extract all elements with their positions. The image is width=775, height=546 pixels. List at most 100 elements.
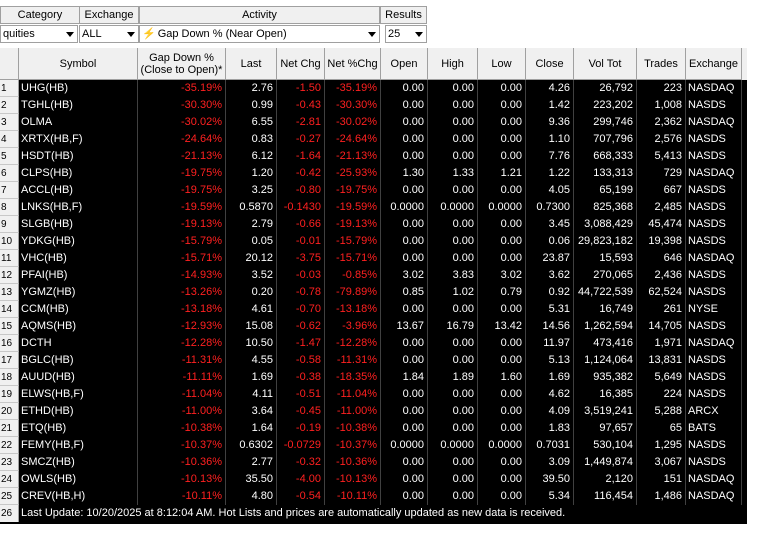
category-value: quities xyxy=(3,28,35,40)
table-row[interactable]: SMCZ(HB) -10.36% 2.77 -0.32 -10.36% 0.00 0.00 0… xyxy=(19,454,747,471)
table-row[interactable]: YGMZ(HB) -13.26% 0.20 -0.78 -79.89% 0.85 1.02 0… xyxy=(19,284,747,301)
results-select[interactable]: 25 xyxy=(385,25,427,43)
cell-gap-down-pct: -10.36% xyxy=(138,454,226,471)
cell-net-chg: -0.62 xyxy=(277,318,325,335)
cell-gap-down-pct: -15.79% xyxy=(138,233,226,250)
column-header-close[interactable]: Close xyxy=(526,48,574,80)
cell-gap-down-pct: -11.00% xyxy=(138,403,226,420)
cell-exchange: NASDS xyxy=(686,233,742,250)
cell-net-pct-chg: -19.59% xyxy=(325,199,381,216)
column-header-high[interactable]: High xyxy=(428,48,478,80)
cell-net-chg: -0.80 xyxy=(277,182,325,199)
cell-exchange: NASDS xyxy=(686,199,742,216)
table-row[interactable]: YDKG(HB) -15.79% 0.05 -0.01 -15.79% 0.00 0.00 0… xyxy=(19,233,747,250)
cell-vol-tot: 707,796 xyxy=(574,131,637,148)
activity-select[interactable]: ⚡ Gap Down % (Near Open) xyxy=(139,25,380,43)
cell-gap-down-pct: -12.28% xyxy=(138,335,226,352)
table-row[interactable]: AQMS(HB) -12.93% 15.08 -0.62 -3.96% 13.67 16.7… xyxy=(19,318,747,335)
cell-net-pct-chg: -21.13% xyxy=(325,148,381,165)
table-row[interactable]: CREV(HB,H) -10.11% 4.80 -0.54 -10.11% 0.00 0.0… xyxy=(19,488,747,505)
table-row[interactable]: SLGB(HB) -19.13% 2.79 -0.66 -19.13% 0.00 0.00 0… xyxy=(19,216,747,233)
cell-trades: 65 xyxy=(637,420,686,437)
cell-vol-tot: 2,120 xyxy=(574,471,637,488)
cell-high: 0.00 xyxy=(428,250,478,267)
cell-exchange: NASDAQ xyxy=(686,335,742,352)
cell-symbol: XRTX(HB,F) xyxy=(19,131,138,148)
cell-exchange: NASDS xyxy=(686,131,742,148)
table-row[interactable]: BGLC(HB) -11.31% 4.55 -0.58 -11.31% 0.00 0.00 0… xyxy=(19,352,747,369)
cell-low: 0.00 xyxy=(478,148,526,165)
table-row[interactable]: OWLS(HB) -10.13% 35.50 -4.00 -10.13% 0.00 0.00… xyxy=(19,471,747,488)
cell-trades: 1,008 xyxy=(637,97,686,114)
row-number: 13 xyxy=(0,284,19,301)
column-header-exchange[interactable]: Exchange xyxy=(686,48,742,80)
table-row[interactable]: ETHD(HB) -11.00% 3.64 -0.45 -11.00% 0.00 0.00 0… xyxy=(19,403,747,420)
cell-close: 11.97 xyxy=(526,335,574,352)
corner-cell xyxy=(0,48,19,80)
table-row[interactable]: DCTH -12.28% 10.50 -1.47 -12.28% 0.00 0.00 0.00… xyxy=(19,335,747,352)
cell-symbol: SLGB(HB) xyxy=(19,216,138,233)
column-header-symbol[interactable]: Symbol xyxy=(19,48,138,80)
column-header-open[interactable]: Open xyxy=(381,48,428,80)
cell-trades: 19,398 xyxy=(637,233,686,250)
table-row[interactable]: VHC(HB) -15.71% 20.12 -3.75 -15.71% 0.00 0.00 0… xyxy=(19,250,747,267)
cell-open: 0.00 xyxy=(381,233,428,250)
cell-net-pct-chg: -11.04% xyxy=(325,386,381,403)
column-header-net-chg[interactable]: Net Chg xyxy=(277,48,325,80)
cell-symbol: CCM(HB) xyxy=(19,301,138,318)
cell-exchange: NASDS xyxy=(686,148,742,165)
column-header-low[interactable]: Low xyxy=(478,48,526,80)
row-number: 4 xyxy=(0,131,19,148)
cell-net-chg: -0.27 xyxy=(277,131,325,148)
table-row[interactable]: TGHL(HB) -30.30% 0.99 -0.43 -30.30% 0.00 0.00 0… xyxy=(19,97,747,114)
table-row[interactable]: CCM(HB) -13.18% 4.61 -0.70 -13.18% 0.00 0.00 0.… xyxy=(19,301,747,318)
column-header-trades[interactable]: Trades xyxy=(637,48,686,80)
table-row[interactable]: XRTX(HB,F) -24.64% 0.83 -0.27 -24.64% 0.00 0.0… xyxy=(19,131,747,148)
cell-vol-tot: 133,313 xyxy=(574,165,637,182)
cell-exchange: NASDAQ xyxy=(686,165,742,182)
table-row[interactable]: HSDT(HB) -21.13% 6.12 -1.64 -21.13% 0.00 0.00 0… xyxy=(19,148,747,165)
cell-vol-tot: 1,262,594 xyxy=(574,318,637,335)
exchange-filter: Exchange ALL xyxy=(79,6,139,43)
cell-last: 1.64 xyxy=(226,420,277,437)
table-row[interactable]: OLMA -30.02% 6.55 -2.81 -30.02% 0.00 0.00 0.00 9… xyxy=(19,114,747,131)
column-header-gap-down-pct[interactable]: Gap Down % (Close to Open)* xyxy=(138,48,226,80)
cell-close: 1.10 xyxy=(526,131,574,148)
cell-gap-down-pct: -14.93% xyxy=(138,267,226,284)
column-header-last[interactable]: Last xyxy=(226,48,277,80)
cell-symbol: UHG(HB) xyxy=(19,80,138,97)
results-filter: Results 25 xyxy=(380,6,427,43)
cell-net-chg: -0.42 xyxy=(277,165,325,182)
column-header-net-pct-chg[interactable]: Net %Chg xyxy=(325,48,381,80)
last-update-status: Last Update: 10/20/2025 at 8:12:04 AM. H… xyxy=(21,507,566,519)
cell-close: 0.7031 xyxy=(526,437,574,454)
cell-close: 9.36 xyxy=(526,114,574,131)
table-row[interactable]: ACCL(HB) -19.75% 3.25 -0.80 -19.75% 0.00 0.00 0… xyxy=(19,182,747,199)
category-select[interactable]: quities xyxy=(0,25,78,43)
cell-exchange: NASDS xyxy=(686,352,742,369)
cell-last: 2.79 xyxy=(226,216,277,233)
cell-vol-tot: 3,519,241 xyxy=(574,403,637,420)
table-row[interactable]: LNKS(HB,F) -19.59% 0.5870 -0.1430 -19.59% 0.0… xyxy=(19,199,747,216)
cell-trades: 223 xyxy=(637,80,686,97)
cell-close: 0.92 xyxy=(526,284,574,301)
row-number: 8 xyxy=(0,199,19,216)
column-header-vol-tot[interactable]: Vol Tot xyxy=(574,48,637,80)
cell-net-chg: -1.50 xyxy=(277,80,325,97)
table-row[interactable]: FEMY(HB,F) -10.37% 0.6302 -0.0729 -10.37% 0.0… xyxy=(19,437,747,454)
cell-gap-down-pct: -15.71% xyxy=(138,250,226,267)
cell-low: 1.21 xyxy=(478,165,526,182)
cell-net-pct-chg: -10.13% xyxy=(325,471,381,488)
cell-last: 0.83 xyxy=(226,131,277,148)
table-row[interactable]: ELWS(HB,F) -11.04% 4.11 -0.51 -11.04% 0.00 0.0… xyxy=(19,386,747,403)
cell-close: 39.50 xyxy=(526,471,574,488)
cell-high: 0.00 xyxy=(428,471,478,488)
cell-trades: 5,413 xyxy=(637,148,686,165)
table-row[interactable]: UHG(HB) -35.19% 2.76 -1.50 -35.19% 0.00 0.00 0.… xyxy=(19,80,747,97)
table-row[interactable]: ETQ(HB) -10.38% 1.64 -0.19 -10.38% 0.00 0.00 0.… xyxy=(19,420,747,437)
table-row[interactable]: AUUD(HB) -11.11% 1.69 -0.38 -18.35% 1.84 1.89 1… xyxy=(19,369,747,386)
table-row[interactable]: CLPS(HB) -19.75% 1.20 -0.42 -25.93% 1.30 1.33 1… xyxy=(19,165,747,182)
cell-net-pct-chg: -10.11% xyxy=(325,488,381,505)
exchange-select[interactable]: ALL xyxy=(79,25,139,43)
table-row[interactable]: PFAI(HB) -14.93% 3.52 -0.03 -0.85% 3.02 3.83 3.… xyxy=(19,267,747,284)
